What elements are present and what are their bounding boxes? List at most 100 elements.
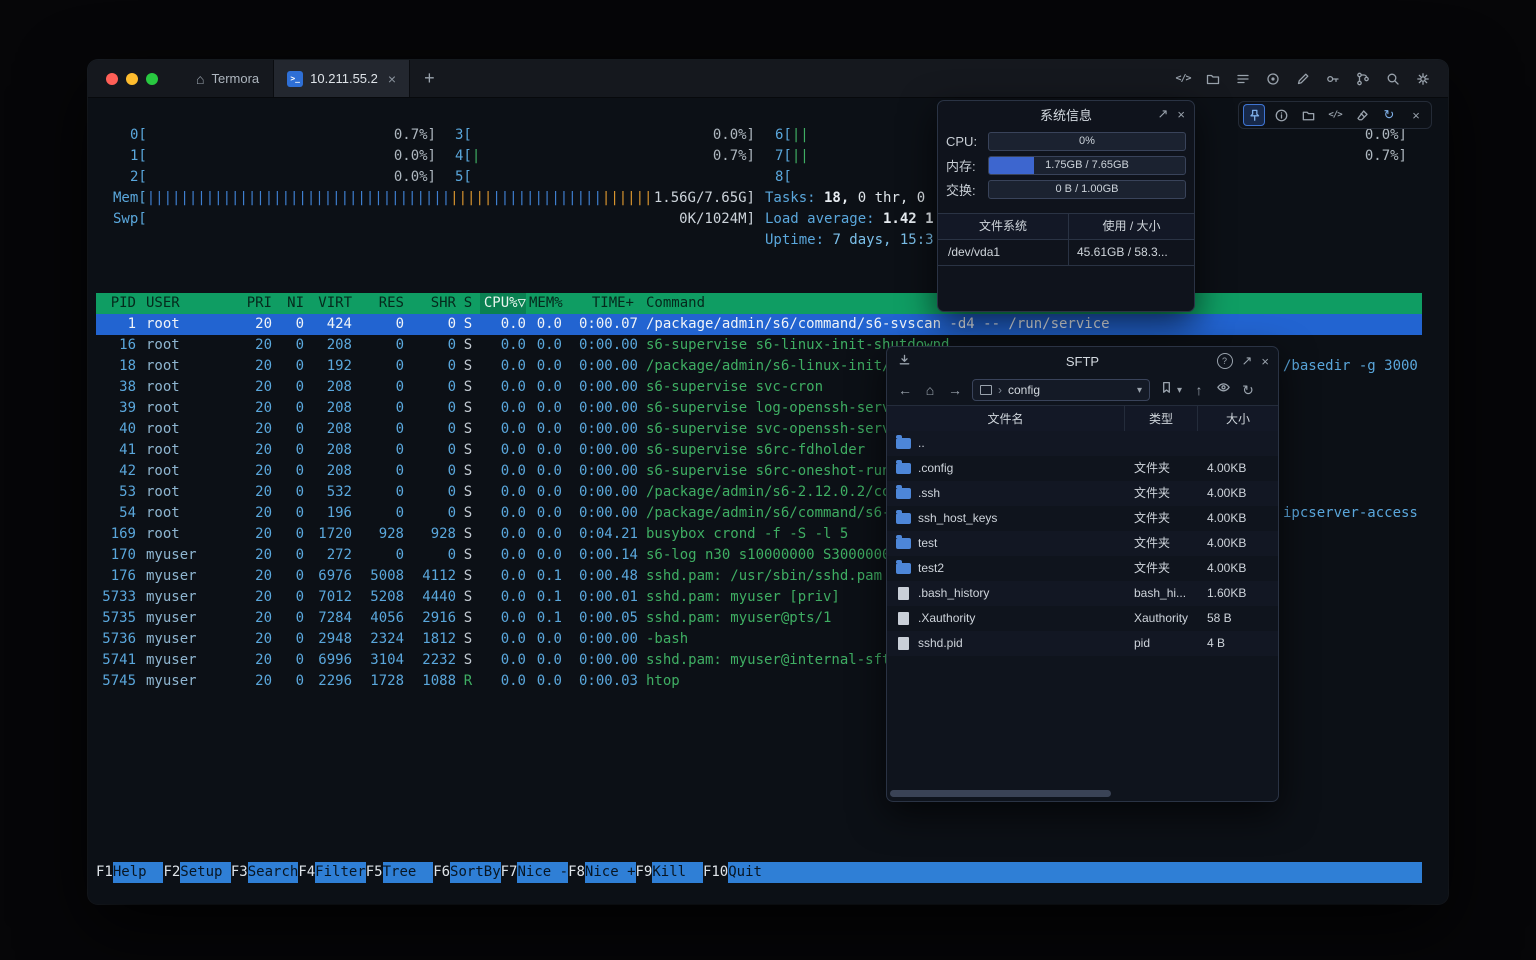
log-icon[interactable] xyxy=(1234,70,1252,88)
file-row[interactable]: .ssh 文件夹 4.00KB xyxy=(887,481,1278,506)
function-key[interactable]: F5Tree xyxy=(366,862,433,883)
branch-icon[interactable] xyxy=(1354,70,1372,88)
folder-icon[interactable] xyxy=(1204,70,1222,88)
folder-icon[interactable] xyxy=(1297,104,1319,126)
bookmark-icon[interactable] xyxy=(1159,380,1174,400)
user-cell: myuser xyxy=(136,566,236,587)
record-icon[interactable] xyxy=(1264,70,1282,88)
system-info-panel: 系统信息 ↗ × CPU: 0% 内存: 1.75GB / 7.65GB 交换:… xyxy=(937,100,1195,312)
column-mem[interactable]: MEM% xyxy=(526,293,570,314)
column-type[interactable]: 类型 xyxy=(1125,406,1198,432)
close-icon[interactable]: × xyxy=(1261,354,1269,369)
home-icon[interactable]: ⌂ xyxy=(922,382,938,398)
state-cell: S xyxy=(456,650,480,671)
column-filesystem: 文件系统 xyxy=(938,214,1069,239)
parent-directory-icon[interactable]: ↑ xyxy=(1191,382,1207,398)
key-icon[interactable] xyxy=(1324,70,1342,88)
clear-eraser-icon[interactable] xyxy=(1351,104,1373,126)
function-key[interactable]: F10Quit xyxy=(703,862,779,883)
filesystem-row-inner[interactable]: /dev/vda1 45.61GB / 58.3... xyxy=(938,240,1194,265)
res-cell: 2324 xyxy=(352,629,404,650)
file-row[interactable]: test 文件夹 4.00KB xyxy=(887,531,1278,556)
pin-icon[interactable] xyxy=(1243,104,1265,126)
column-virt[interactable]: VIRT xyxy=(304,293,352,314)
column-filename[interactable]: 文件名 xyxy=(887,406,1125,432)
toolbar-icons: </> xyxy=(1174,70,1432,88)
sftp-window: SFTP ? ↗ × ← ⌂ → › config ▾ ▾ ↑ ↻ 文件名 xyxy=(886,346,1279,802)
column-pri[interactable]: PRI xyxy=(236,293,272,314)
time-cell: 0:00.07 xyxy=(570,314,646,335)
column-ni[interactable]: NI xyxy=(272,293,304,314)
function-key-bar: F1Help F2Setup F3Search F4Filter F5Tree … xyxy=(96,862,1422,883)
virt-cell: 208 xyxy=(304,440,352,461)
open-in-window-icon[interactable]: ↗ xyxy=(1158,106,1169,122)
file-row[interactable]: .config 文件夹 4.00KB xyxy=(887,456,1278,481)
htop-view-tabs: MainI/O xyxy=(119,272,285,293)
download-icon[interactable] xyxy=(897,353,912,371)
function-key[interactable]: F8Nice + xyxy=(568,862,635,883)
user-cell: root xyxy=(136,503,236,524)
info-icon[interactable] xyxy=(1270,104,1292,126)
back-icon[interactable]: ← xyxy=(897,382,913,398)
tab-session[interactable]: >_ 10.211.55.2 × xyxy=(273,60,410,97)
function-key[interactable]: F2Setup xyxy=(163,862,230,883)
function-key[interactable]: F6SortBy xyxy=(433,862,500,883)
bookmark-dropdown-icon[interactable]: ▾ xyxy=(1177,385,1182,396)
edit-icon[interactable] xyxy=(1294,70,1312,88)
search-icon[interactable] xyxy=(1384,70,1402,88)
forward-icon[interactable]: → xyxy=(947,382,963,398)
file-type: 文件夹 xyxy=(1125,456,1198,481)
file-type: 文件夹 xyxy=(1125,481,1198,506)
file-row[interactable]: sshd.pid pid 4 B xyxy=(887,631,1278,656)
function-key[interactable]: F3Search xyxy=(231,862,298,883)
virt-cell: 7012 xyxy=(304,587,352,608)
file-row[interactable]: .Xauthority Xauthority 58 B xyxy=(887,606,1278,631)
code-icon[interactable]: </> xyxy=(1324,104,1346,126)
mem-cell: 0.0 xyxy=(526,524,570,545)
column-shr[interactable]: SHR xyxy=(404,293,456,314)
function-key[interactable]: F7Nice - xyxy=(501,862,568,883)
code-icon[interactable]: </> xyxy=(1174,70,1192,88)
path-breadcrumb[interactable]: › config ▾ xyxy=(972,379,1150,401)
process-row[interactable]: 1 root 20 0 424 0 0 S 0.0 0.0 0:00.07 /p… xyxy=(96,314,1422,335)
close-icon[interactable]: × xyxy=(1405,104,1427,126)
file-row[interactable]: .. xyxy=(887,431,1278,456)
pid-cell: 16 xyxy=(96,335,136,356)
filesystem-table: 文件系统 使用 / 大小 /dev/vda1 45.61GB / 58.3... xyxy=(938,213,1194,266)
new-tab-button[interactable]: + xyxy=(424,68,435,89)
column-time[interactable]: TIME+ xyxy=(570,293,646,314)
show-hidden-eye-icon[interactable] xyxy=(1216,380,1231,400)
file-row[interactable]: .bash_history bash_hi... 1.60KB xyxy=(887,581,1278,606)
column-pid[interactable]: PID xyxy=(96,293,136,314)
res-cell: 0 xyxy=(352,335,404,356)
function-key[interactable]: F4Filter xyxy=(298,862,365,883)
refresh-icon[interactable]: ↻ xyxy=(1240,382,1256,399)
zoom-window-button[interactable] xyxy=(146,73,158,85)
file-size: 4.00KB xyxy=(1198,481,1278,506)
minimize-window-button[interactable] xyxy=(126,73,138,85)
help-icon[interactable]: ? xyxy=(1217,353,1233,369)
function-key[interactable]: F9Kill xyxy=(636,862,703,883)
column-res[interactable]: RES xyxy=(352,293,404,314)
tab-termora-home[interactable]: ⌂ Termora xyxy=(182,60,273,97)
filesystem-row: /dev/vda1 45.61GB / 58.3... xyxy=(938,240,1194,265)
function-key[interactable]: F1Help xyxy=(96,862,163,883)
scrollbar-thumb[interactable] xyxy=(890,790,1111,797)
column-size[interactable]: 大小 xyxy=(1198,406,1278,432)
open-in-window-icon[interactable]: ↗ xyxy=(1242,353,1253,369)
tab-close-icon[interactable]: × xyxy=(388,71,396,87)
close-icon[interactable]: × xyxy=(1177,107,1185,122)
refresh-icon[interactable]: ↻ xyxy=(1378,104,1400,126)
state-cell: R xyxy=(456,671,480,692)
column-state[interactable]: S xyxy=(456,293,480,314)
cpu-meter-1: 1[0.0%] xyxy=(130,146,436,167)
file-row[interactable]: test2 文件夹 4.00KB xyxy=(887,556,1278,581)
res-cell: 0 xyxy=(352,356,404,377)
mem-cell: 0.0 xyxy=(526,335,570,356)
horizontal-scrollbar[interactable] xyxy=(887,790,1278,797)
file-row[interactable]: ssh_host_keys 文件夹 4.00KB xyxy=(887,506,1278,531)
column-cpu-sort[interactable]: CPU%▽ xyxy=(480,293,526,314)
close-window-button[interactable] xyxy=(106,73,118,85)
column-user[interactable]: USER xyxy=(136,293,236,314)
settings-gear-icon[interactable] xyxy=(1414,70,1432,88)
